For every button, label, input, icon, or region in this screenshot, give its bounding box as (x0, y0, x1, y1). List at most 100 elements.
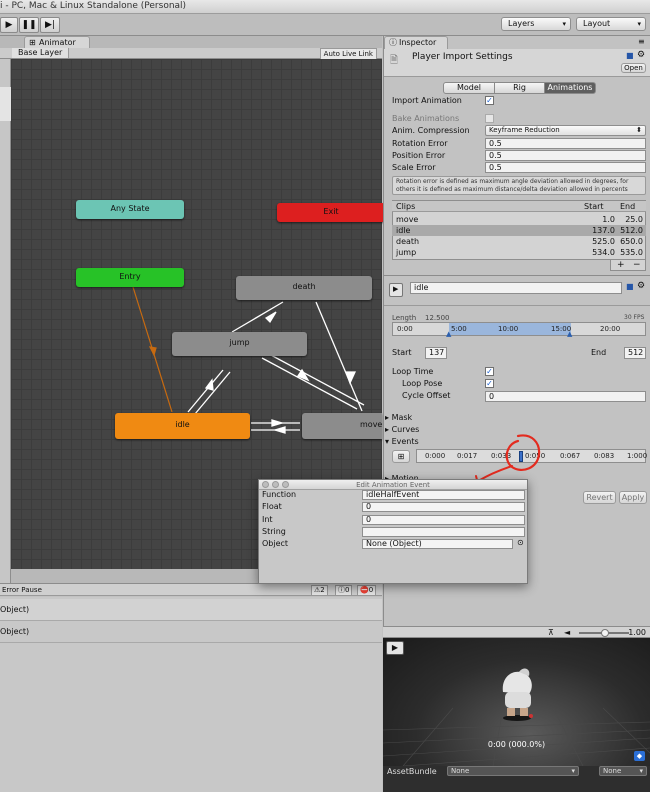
layout-dropdown[interactable]: Layout ▾ (576, 17, 646, 31)
divider (384, 305, 650, 306)
clip-row[interactable]: jump 534.0 535.0 (392, 247, 646, 258)
event-timeline[interactable]: 0:000 0:017 0:033 0:050 0:067 0:083 1:00… (416, 449, 647, 463)
gear-icon[interactable]: ⚙ (637, 281, 645, 291)
float-field[interactable]: 0 (362, 502, 525, 512)
cycle-offset-field[interactable]: 0 (485, 391, 646, 402)
console-row[interactable]: Object) (0, 599, 382, 621)
tag-icon[interactable]: ◆ (634, 751, 645, 761)
state-jump[interactable]: jump (172, 332, 307, 356)
length-label: Length (392, 314, 417, 322)
float-label: Float (262, 502, 282, 511)
rotation-error-field[interactable]: 0.5 (485, 138, 646, 149)
info-icon: ⓘ (338, 586, 345, 594)
start-field[interactable]: 137 (425, 347, 447, 359)
length-value: 12.500 (425, 314, 450, 322)
scale-error-field[interactable]: 0.5 (485, 162, 646, 173)
events-foldout[interactable]: ▾ Events (385, 437, 419, 446)
cycle-offset-label: Cycle Offset (402, 391, 451, 400)
event-marker[interactable] (519, 451, 523, 462)
arrow-icon (272, 426, 286, 434)
import-animation-label: Import Animation (392, 96, 462, 105)
position-error-field[interactable]: 0.5 (485, 150, 646, 161)
add-event-button[interactable]: ⊞ (392, 450, 410, 463)
state-idle[interactable]: idle (115, 413, 250, 439)
speed-slider[interactable] (579, 629, 629, 637)
tab-rig[interactable]: Rig (494, 82, 545, 94)
bake-animations-label: Bake Animations (392, 114, 460, 123)
dialog-title: Edit Animation Event (356, 481, 430, 489)
revert-button[interactable]: Revert (583, 491, 616, 504)
error-icon: ⛔ (360, 586, 369, 594)
warning-count-button[interactable]: ⚠2 (311, 585, 328, 596)
console-row[interactable]: Object) (0, 621, 382, 643)
clip-row-selected[interactable]: idle 137.0 512.0 (392, 225, 646, 236)
clip-row[interactable]: death 525.0 650.0 (392, 236, 646, 247)
asset-bundle-label: AssetBundle (387, 767, 437, 776)
function-field[interactable]: idleHalfEvent (362, 490, 525, 500)
gear-icon[interactable]: ⚙ (637, 50, 645, 60)
loop-pose-label: Loop Pose (402, 379, 443, 388)
help-box: Rotation error is defined as maximum ang… (392, 176, 646, 195)
end-field[interactable]: 512 (624, 347, 646, 359)
help-icon[interactable]: ■ (626, 282, 634, 291)
int-field[interactable]: 0 (362, 515, 525, 525)
console-list: Object) Object) (0, 597, 382, 792)
clip-name-field[interactable]: idle (410, 282, 622, 294)
anim-compression-dropdown[interactable]: Keyframe Reduction ⬍ (485, 125, 646, 136)
clip-timeline[interactable]: 0:00 5:00 10:00 15:00 20:00 ▲ ▲ (392, 322, 646, 338)
loop-pose-checkbox[interactable]: ✓ (485, 379, 494, 388)
remove-clip-button[interactable]: − (633, 260, 641, 270)
edit-event-titlebar[interactable]: Edit Animation Event (259, 480, 527, 490)
speed-slider-knob[interactable] (601, 629, 609, 637)
arrow-icon (264, 311, 277, 324)
state-entry[interactable]: Entry (76, 268, 184, 287)
import-animation-checkbox[interactable]: ✓ (485, 96, 494, 105)
chevron-down-icon: ▾ (571, 767, 575, 775)
loop-time-label: Loop Time (392, 367, 434, 376)
add-event-icon: ⊞ (397, 452, 405, 461)
string-field[interactable] (362, 527, 525, 537)
curves-foldout[interactable]: ▸ Curves (385, 425, 419, 434)
position-error-label: Position Error (392, 151, 446, 160)
state-exit[interactable]: Exit (277, 203, 385, 222)
error-pause-button[interactable]: Error Pause (2, 584, 42, 596)
speed-icon: ◄ (564, 628, 571, 637)
speed-value: 1.00 (628, 628, 646, 637)
info-count-button[interactable]: ⓘ0 (335, 585, 353, 596)
anim-compression-label: Anim. Compression (392, 126, 470, 135)
int-label: Int (262, 515, 273, 524)
play-icon: ▶ (393, 285, 399, 293)
range-start-handle[interactable]: ▲ (446, 330, 451, 338)
help-icon[interactable]: ■ (626, 51, 634, 60)
object-label: Object (262, 539, 289, 548)
error-count-button[interactable]: ⛔0 (357, 585, 377, 596)
open-button[interactable]: Open (621, 63, 646, 73)
tab-model[interactable]: Model (443, 82, 495, 94)
clip-row[interactable]: move 1.0 25.0 (392, 214, 646, 225)
range-end-handle[interactable]: ▲ (567, 330, 572, 338)
preview-play-button[interactable]: ▶ (386, 641, 404, 655)
add-clip-button[interactable]: + (617, 260, 625, 270)
preview-time: 0:00 (000.0%) (487, 740, 546, 749)
help-text: Rotation error is defined as maximum ang… (396, 178, 629, 193)
state-any-state[interactable]: Any State (76, 200, 184, 219)
tab-animations[interactable]: Animations (544, 82, 596, 94)
state-death[interactable]: death (236, 276, 372, 300)
apply-button[interactable]: Apply (619, 491, 647, 504)
mask-foldout[interactable]: ▸ Mask (385, 413, 412, 422)
object-field[interactable]: None (Object) (362, 539, 513, 549)
file-icon: 🗎 (390, 55, 399, 66)
divider (384, 275, 650, 276)
tab-inspector[interactable]: ⓘ Inspector (384, 36, 448, 49)
asset-bundle-bar: AssetBundle None ▾ None ▾ (383, 766, 650, 792)
pivot-icon[interactable]: ⊼ (548, 627, 554, 638)
asset-variant-dropdown[interactable]: None ▾ (599, 766, 647, 776)
loop-time-checkbox[interactable]: ✓ (485, 367, 494, 376)
preview-viewport[interactable]: ▶ 0:00 (000.0%) ◆ (383, 638, 650, 766)
state-move[interactable]: move (302, 413, 382, 439)
object-picker-icon[interactable]: ⊙ (517, 538, 524, 547)
panel-menu-icon[interactable]: ≡ (638, 37, 645, 46)
layers-dropdown[interactable]: Layers ▾ (501, 17, 571, 31)
asset-bundle-dropdown[interactable]: None ▾ (447, 766, 579, 776)
clip-play-button[interactable]: ▶ (389, 283, 403, 297)
